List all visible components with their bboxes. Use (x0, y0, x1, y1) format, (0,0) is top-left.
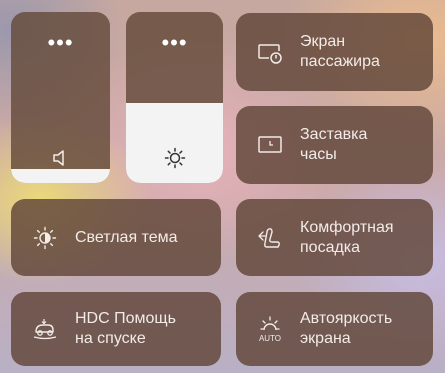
screensaver-clock-label: Заставка часы (300, 126, 368, 163)
auto-brightness-icon: AUTO (250, 315, 290, 343)
auto-brightness-label: Автояркость экрана (300, 310, 393, 347)
light-theme-label: Светлая тема (75, 228, 178, 246)
hill-descent-icon (25, 315, 65, 343)
volume-slider-fill (11, 169, 110, 183)
passenger-screen-icon (250, 39, 290, 65)
passenger-screen-button[interactable]: Экран пассажира (236, 13, 433, 91)
light-theme-button[interactable]: Светлая тема (11, 199, 221, 276)
volume-menu-dots[interactable]: ••• (11, 32, 110, 54)
hdc-label: HDC Помощь на спуске (75, 310, 176, 347)
speaker-icon (52, 148, 70, 168)
auto-brightness-icon-text: AUTO (258, 334, 282, 343)
auto-brightness-button[interactable]: AUTO Автояркость экрана (236, 292, 433, 366)
hdc-button[interactable]: HDC Помощь на спуске (11, 292, 221, 366)
brightness-slider-fill (126, 103, 223, 183)
screensaver-clock-button[interactable]: Заставка часы (236, 106, 433, 184)
brightness-slider[interactable]: ••• (126, 12, 223, 183)
brightness-menu-dots[interactable]: ••• (126, 32, 223, 54)
volume-slider[interactable]: ••• (11, 12, 110, 183)
seat-icon (250, 224, 290, 252)
comfort-seating-label: Комфортная посадка (300, 218, 394, 256)
passenger-screen-label: Экран пассажира (300, 33, 380, 70)
sun-icon (164, 147, 186, 169)
clock-screensaver-icon (250, 133, 290, 157)
sun-theme-icon (25, 226, 65, 250)
comfort-seating-button[interactable]: Комфортная посадка (236, 199, 433, 276)
